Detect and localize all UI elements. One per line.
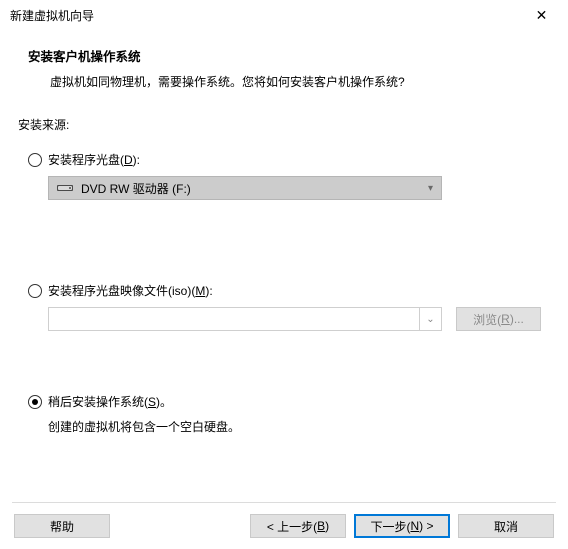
help-button[interactable]: 帮助 [14,514,110,538]
radio-disc-label: 安装程序光盘(D): [48,151,140,168]
install-source-label: 安装来源: [18,116,550,133]
window-title: 新建虚拟机向导 [10,7,519,24]
iso-path-input[interactable]: ⌄ [48,307,442,331]
chevron-down-icon[interactable]: ⌄ [419,308,441,330]
back-button[interactable]: < 上一步(B) [250,514,346,538]
wizard-header: 安装客户机操作系统 虚拟机如同物理机，需要操作系统。您将如何安装客户机操作系统? [0,32,568,112]
chevron-down-icon: ▾ [428,183,433,194]
option-iso: 安装程序光盘映像文件(iso)(M): ⌄ 浏览(R)... [18,282,550,331]
close-button[interactable]: ✕ [519,2,564,30]
radio-iso[interactable] [28,284,42,298]
cancel-button[interactable]: 取消 [458,514,554,538]
option-later-description: 创建的虚拟机将包含一个空白硬盘。 [18,418,550,435]
titlebar: 新建虚拟机向导 ✕ [0,0,568,32]
disc-drive-selected: DVD RW 驱动器 (F:) [81,180,428,197]
radio-row-disc[interactable]: 安装程序光盘(D): [18,151,550,168]
wizard-body: 安装来源: 安装程序光盘(D): DVD RW 驱动器 (F:) ▾ [0,112,568,502]
header-title: 安装客户机操作系统 [28,46,556,65]
browse-button[interactable]: 浏览(R)... [456,307,541,331]
radio-disc[interactable] [28,153,42,167]
iso-path-text[interactable] [49,308,419,330]
radio-row-iso[interactable]: 安装程序光盘映像文件(iso)(M): [18,282,550,299]
close-icon: ✕ [536,7,548,24]
wizard-footer: 帮助 < 上一步(B) 下一步(N) > 取消 [0,503,568,549]
radio-later[interactable] [28,395,42,409]
disc-icon [57,183,73,193]
option-disc: 安装程序光盘(D): DVD RW 驱动器 (F:) ▾ [18,151,550,200]
radio-later-label: 稍后安装操作系统(S)。 [48,393,172,410]
next-button[interactable]: 下一步(N) > [354,514,450,538]
wizard-window: 新建虚拟机向导 ✕ 安装客户机操作系统 虚拟机如同物理机，需要操作系统。您将如何… [0,0,568,549]
radio-iso-label: 安装程序光盘映像文件(iso)(M): [48,282,213,299]
radio-row-later[interactable]: 稍后安装操作系统(S)。 [18,393,550,410]
header-description: 虚拟机如同物理机，需要操作系统。您将如何安装客户机操作系统? [28,73,556,90]
option-later: 稍后安装操作系统(S)。 创建的虚拟机将包含一个空白硬盘。 [18,393,550,435]
disc-drive-dropdown[interactable]: DVD RW 驱动器 (F:) ▾ [48,176,442,200]
